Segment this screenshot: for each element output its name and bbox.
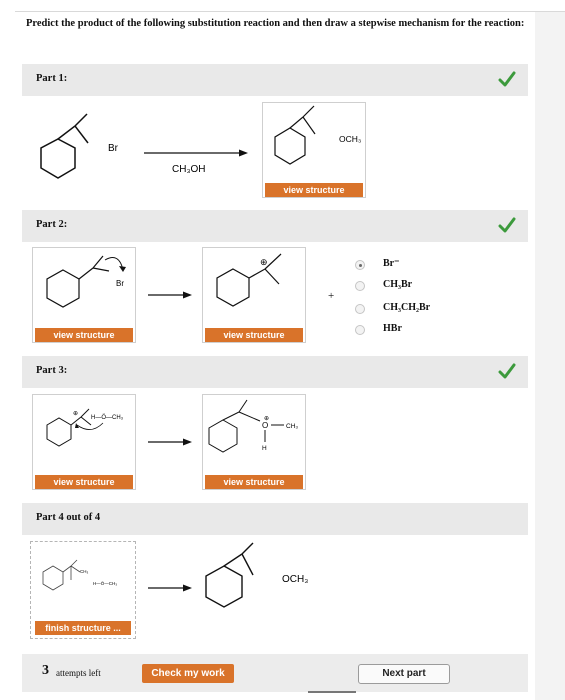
- option-hbr[interactable]: HBr: [355, 323, 402, 337]
- part-2-header: Part 2:: [22, 210, 528, 242]
- bromine-label: Br: [108, 143, 119, 154]
- product-methoxy-label: OCH₃: [339, 134, 361, 144]
- part-2-label: Part 2:: [36, 219, 68, 230]
- svg-text:⊕: ⊕: [73, 411, 78, 417]
- part-3-oxonium-box: ⊕ O CH₃ H view structure: [202, 394, 306, 490]
- checkmark-icon: [498, 217, 516, 233]
- reaction-arrow-3: [148, 438, 192, 446]
- radio-button[interactable]: [355, 325, 365, 335]
- part-3-reactant-structure: ⊕ H—Ö—CH₃: [46, 408, 124, 447]
- radio-button[interactable]: [355, 281, 365, 291]
- finish-structure-button[interactable]: finish structure ...: [35, 621, 131, 635]
- view-structure-button[interactable]: view structure: [205, 328, 303, 342]
- oxygen-label: O: [262, 421, 268, 430]
- part-3-header: Part 3:: [22, 356, 528, 388]
- product-methoxy-label: OCH₃: [282, 574, 308, 585]
- view-structure-button[interactable]: view structure: [35, 475, 133, 489]
- checkmark-icon: [498, 363, 516, 379]
- part-2-reactant-box: Br view structure: [32, 247, 136, 343]
- methanol-label: H—Ö—CH₃: [91, 414, 124, 421]
- part-3-oxonium-structure: ⊕ O CH₃ H: [208, 399, 298, 453]
- part-3-reactant-box: ⊕ H—Ö—CH₃ view structure: [32, 394, 136, 490]
- part-4-drawing-box[interactable]: CH₃ H—Ö—CH₃ finish structure ...: [30, 541, 136, 639]
- part-2-reactant-structure: Br: [46, 255, 126, 308]
- reaction-arrow-4: [148, 584, 192, 592]
- part-2-cation-box: ⊕ view structure: [202, 247, 306, 343]
- view-structure-button[interactable]: view structure: [265, 183, 363, 197]
- part-4-reactant-structure: CH₃ H—Ö—CH₃: [42, 559, 117, 591]
- attempts-count: 3: [42, 663, 49, 678]
- reagent-label: CH₃OH: [172, 164, 206, 175]
- bottom-indicator: [308, 691, 356, 693]
- positive-charge-label: ⊕: [260, 257, 268, 267]
- radio-button[interactable]: [355, 304, 365, 314]
- option-bromide[interactable]: Br⁻: [355, 258, 399, 272]
- part-4-header: Part 4 out of 4: [22, 503, 528, 535]
- part-3-label: Part 3:: [36, 365, 68, 376]
- option-label: CH₃Br: [383, 279, 413, 290]
- part-1-product-structure: OCH₃: [274, 105, 361, 165]
- option-label: HBr: [383, 323, 402, 334]
- leaving-group-label: Br: [116, 279, 124, 288]
- option-label: Br⁻: [383, 258, 400, 269]
- part-2-cation-structure: ⊕: [216, 253, 282, 307]
- attempts-label: attempts left: [56, 668, 101, 678]
- part-4-product-structure: OCH₃: [205, 542, 308, 608]
- part-1-header: Part 1:: [22, 64, 528, 96]
- part-4-label: Part 4 out of 4: [36, 512, 101, 523]
- option-methyl-bromide[interactable]: CH₃Br: [355, 279, 412, 293]
- option-label: CH₃CH₂Br: [383, 302, 431, 313]
- question-text: Predict the product of the following sub…: [26, 18, 525, 29]
- view-structure-button[interactable]: view structure: [35, 328, 133, 342]
- reaction-arrow-1: [144, 149, 248, 157]
- part-1-reactant-structure: Br: [40, 113, 119, 179]
- part-1-label: Part 1:: [36, 73, 68, 84]
- next-part-button[interactable]: Next part: [358, 664, 450, 684]
- hydrogen-label: H: [262, 445, 267, 452]
- check-my-work-button[interactable]: Check my work: [142, 664, 234, 683]
- footer-bar: 3 attempts left Check my work Next part: [22, 654, 528, 692]
- reaction-arrow-2: [148, 291, 192, 299]
- methanol-label: H—Ö—CH₃: [93, 580, 117, 586]
- page: Predict the product of the following sub…: [0, 0, 565, 700]
- option-ethyl-bromide[interactable]: CH₃CH₂Br: [355, 302, 430, 316]
- checkmark-icon: [498, 71, 516, 87]
- part-1-product-box: OCH₃ view structure: [262, 102, 366, 198]
- right-margin: [535, 12, 565, 700]
- methyl-label: CH₃: [286, 423, 298, 430]
- radio-button[interactable]: [355, 260, 365, 270]
- reagent-text: CH₃OH: [172, 164, 206, 175]
- plus-sign: +: [328, 290, 335, 302]
- methyl-label: CH₃: [80, 569, 88, 574]
- view-structure-button[interactable]: view structure: [205, 475, 303, 489]
